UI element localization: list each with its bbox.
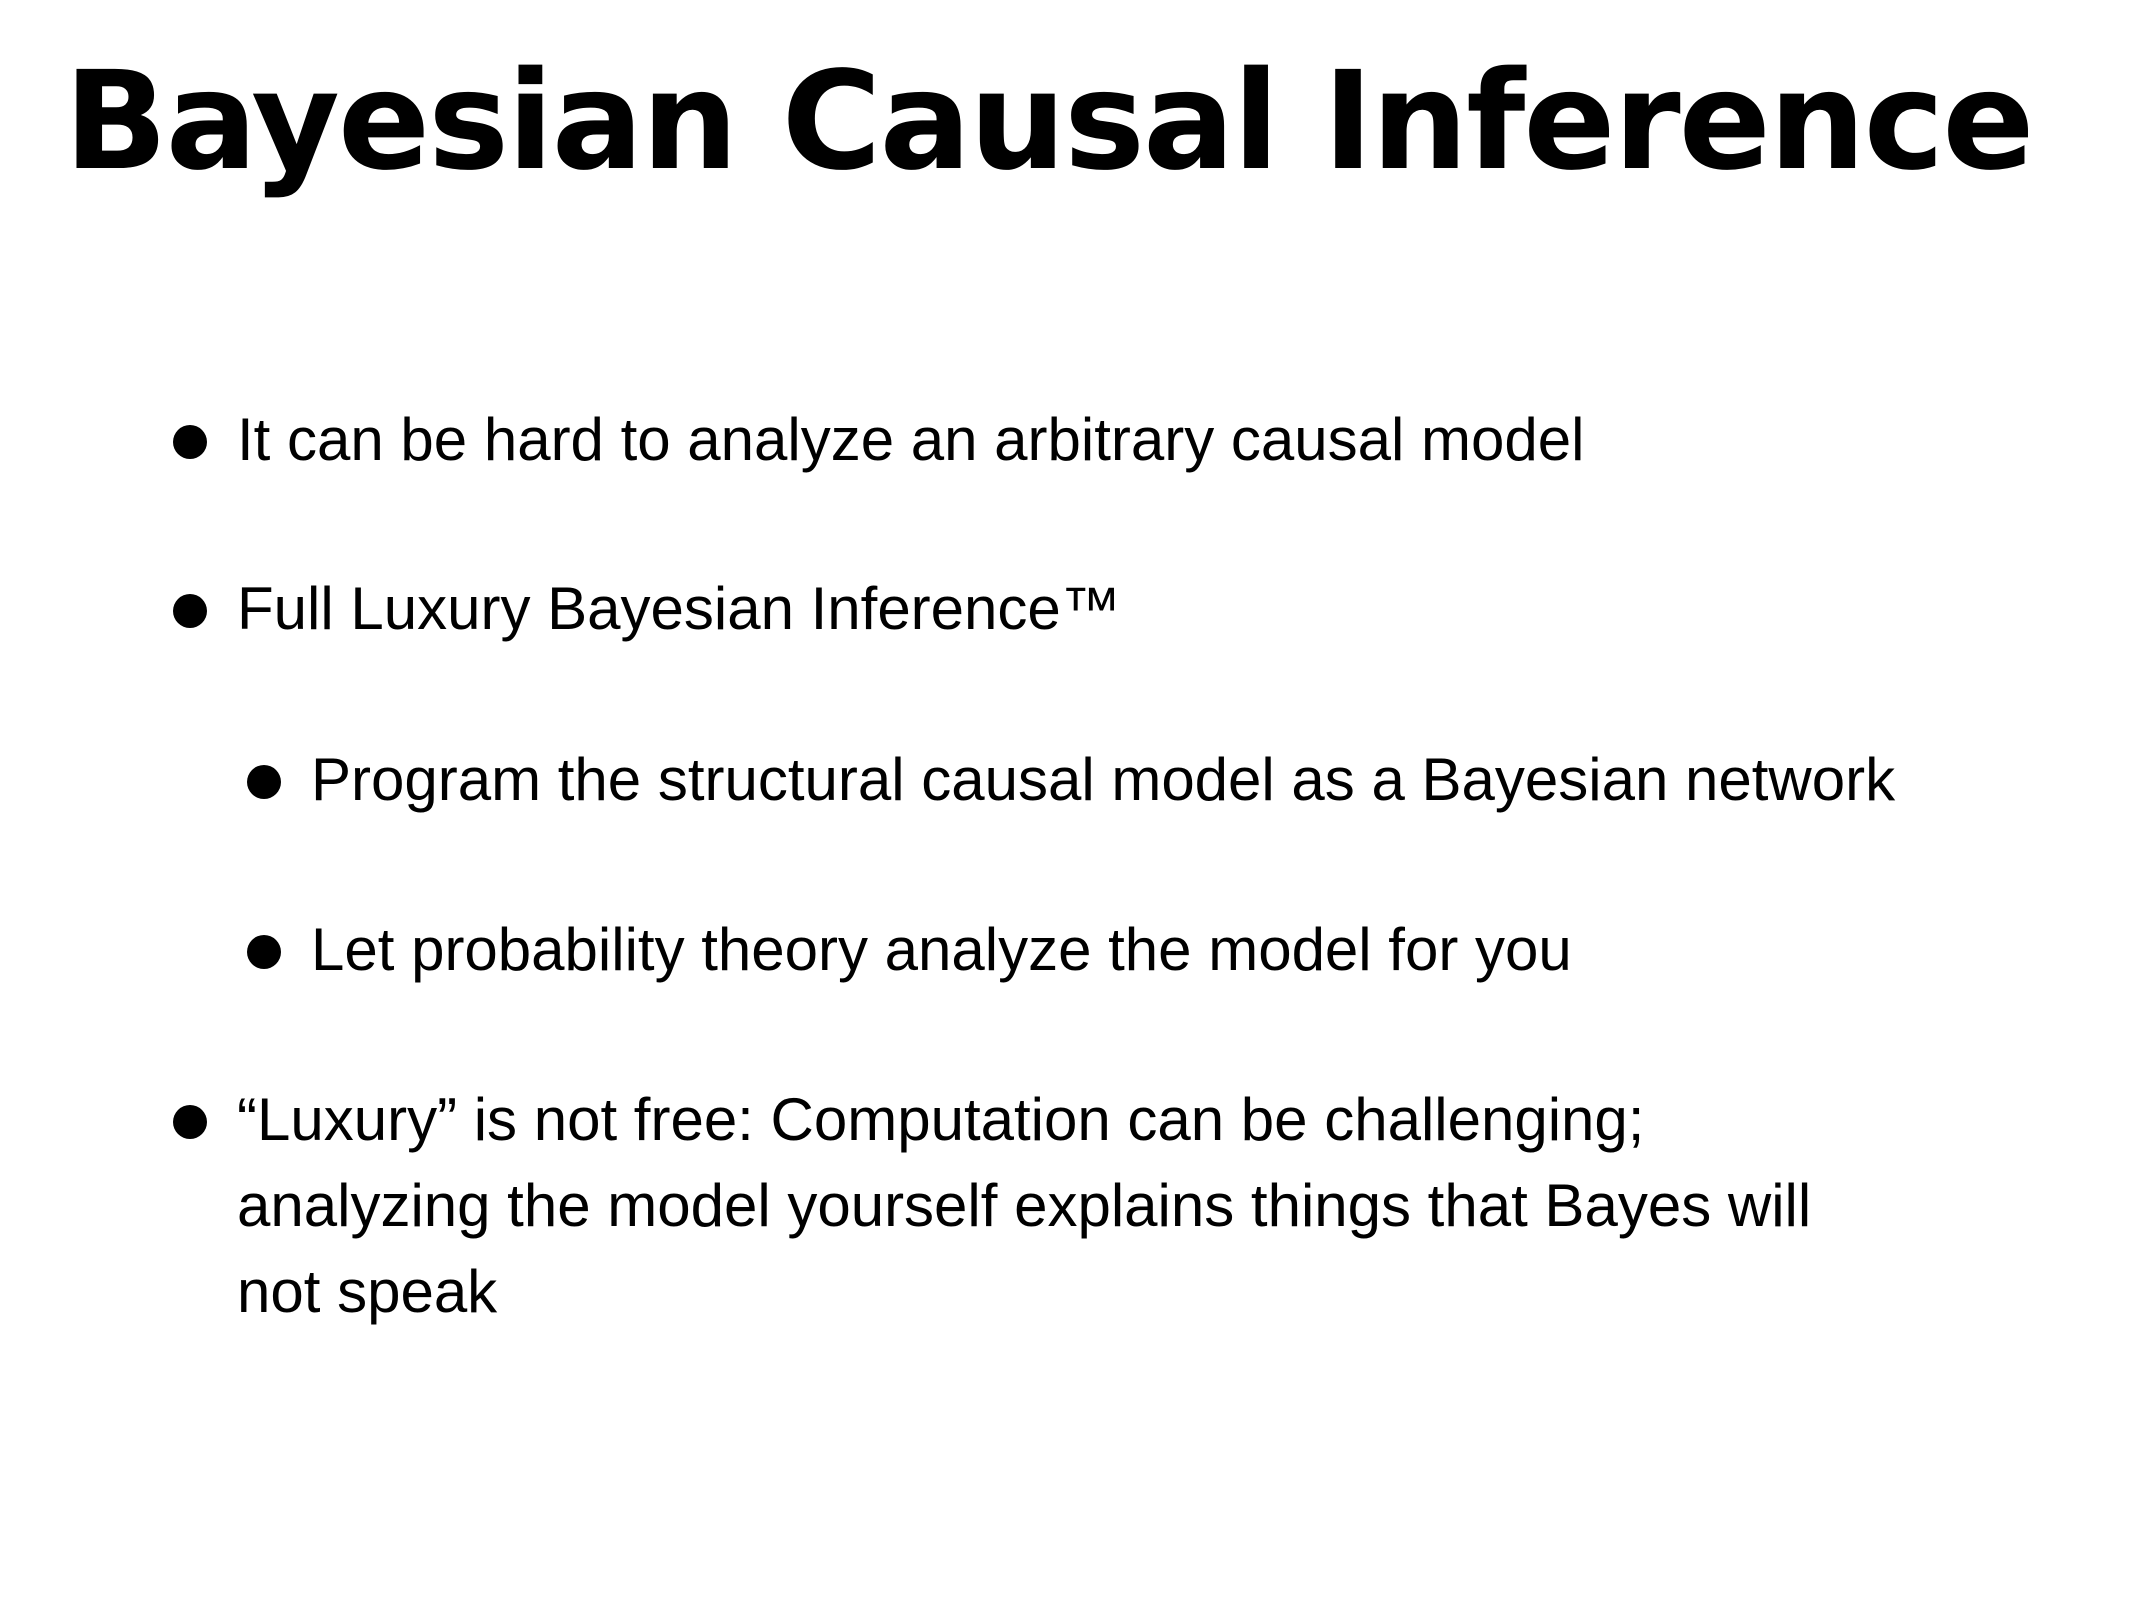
bullet-text: Full Luxury Bayesian Inference™ xyxy=(237,575,1121,642)
bullet-text: Program the structural causal model as a… xyxy=(311,746,1896,813)
bullet-text: It can be hard to analyze an arbitrary c… xyxy=(237,406,1585,473)
bullet-dot-icon xyxy=(173,594,207,628)
bullet-text: Let probability theory analyze the model… xyxy=(311,916,1572,983)
bullet-dot-icon xyxy=(247,765,281,799)
slide-title: Bayesian Causal Inference xyxy=(64,43,2035,201)
bullet-dot-icon xyxy=(247,935,281,969)
sub-bullet-item: Program the structural causal model as a… xyxy=(247,737,1896,823)
bullet-dot-icon xyxy=(173,1105,207,1139)
bullet-text-line: analyzing the model yourself explains th… xyxy=(237,1172,1812,1239)
sub-bullet-item: Let probability theory analyze the model… xyxy=(247,907,1572,993)
bullet-item: Full Luxury Bayesian Inference™ xyxy=(173,566,1121,652)
bullet-dot-icon xyxy=(173,425,207,459)
bullet-text-line: not speak xyxy=(237,1258,498,1325)
slide: Bayesian Causal Inference It can be hard… xyxy=(0,0,2133,1600)
bullet-item: It can be hard to analyze an arbitrary c… xyxy=(173,397,1585,483)
bullet-item: “Luxury” is not free: Computation can be… xyxy=(173,1077,1987,1335)
bullet-text-line: “Luxury” is not free: Computation can be… xyxy=(237,1086,1645,1153)
